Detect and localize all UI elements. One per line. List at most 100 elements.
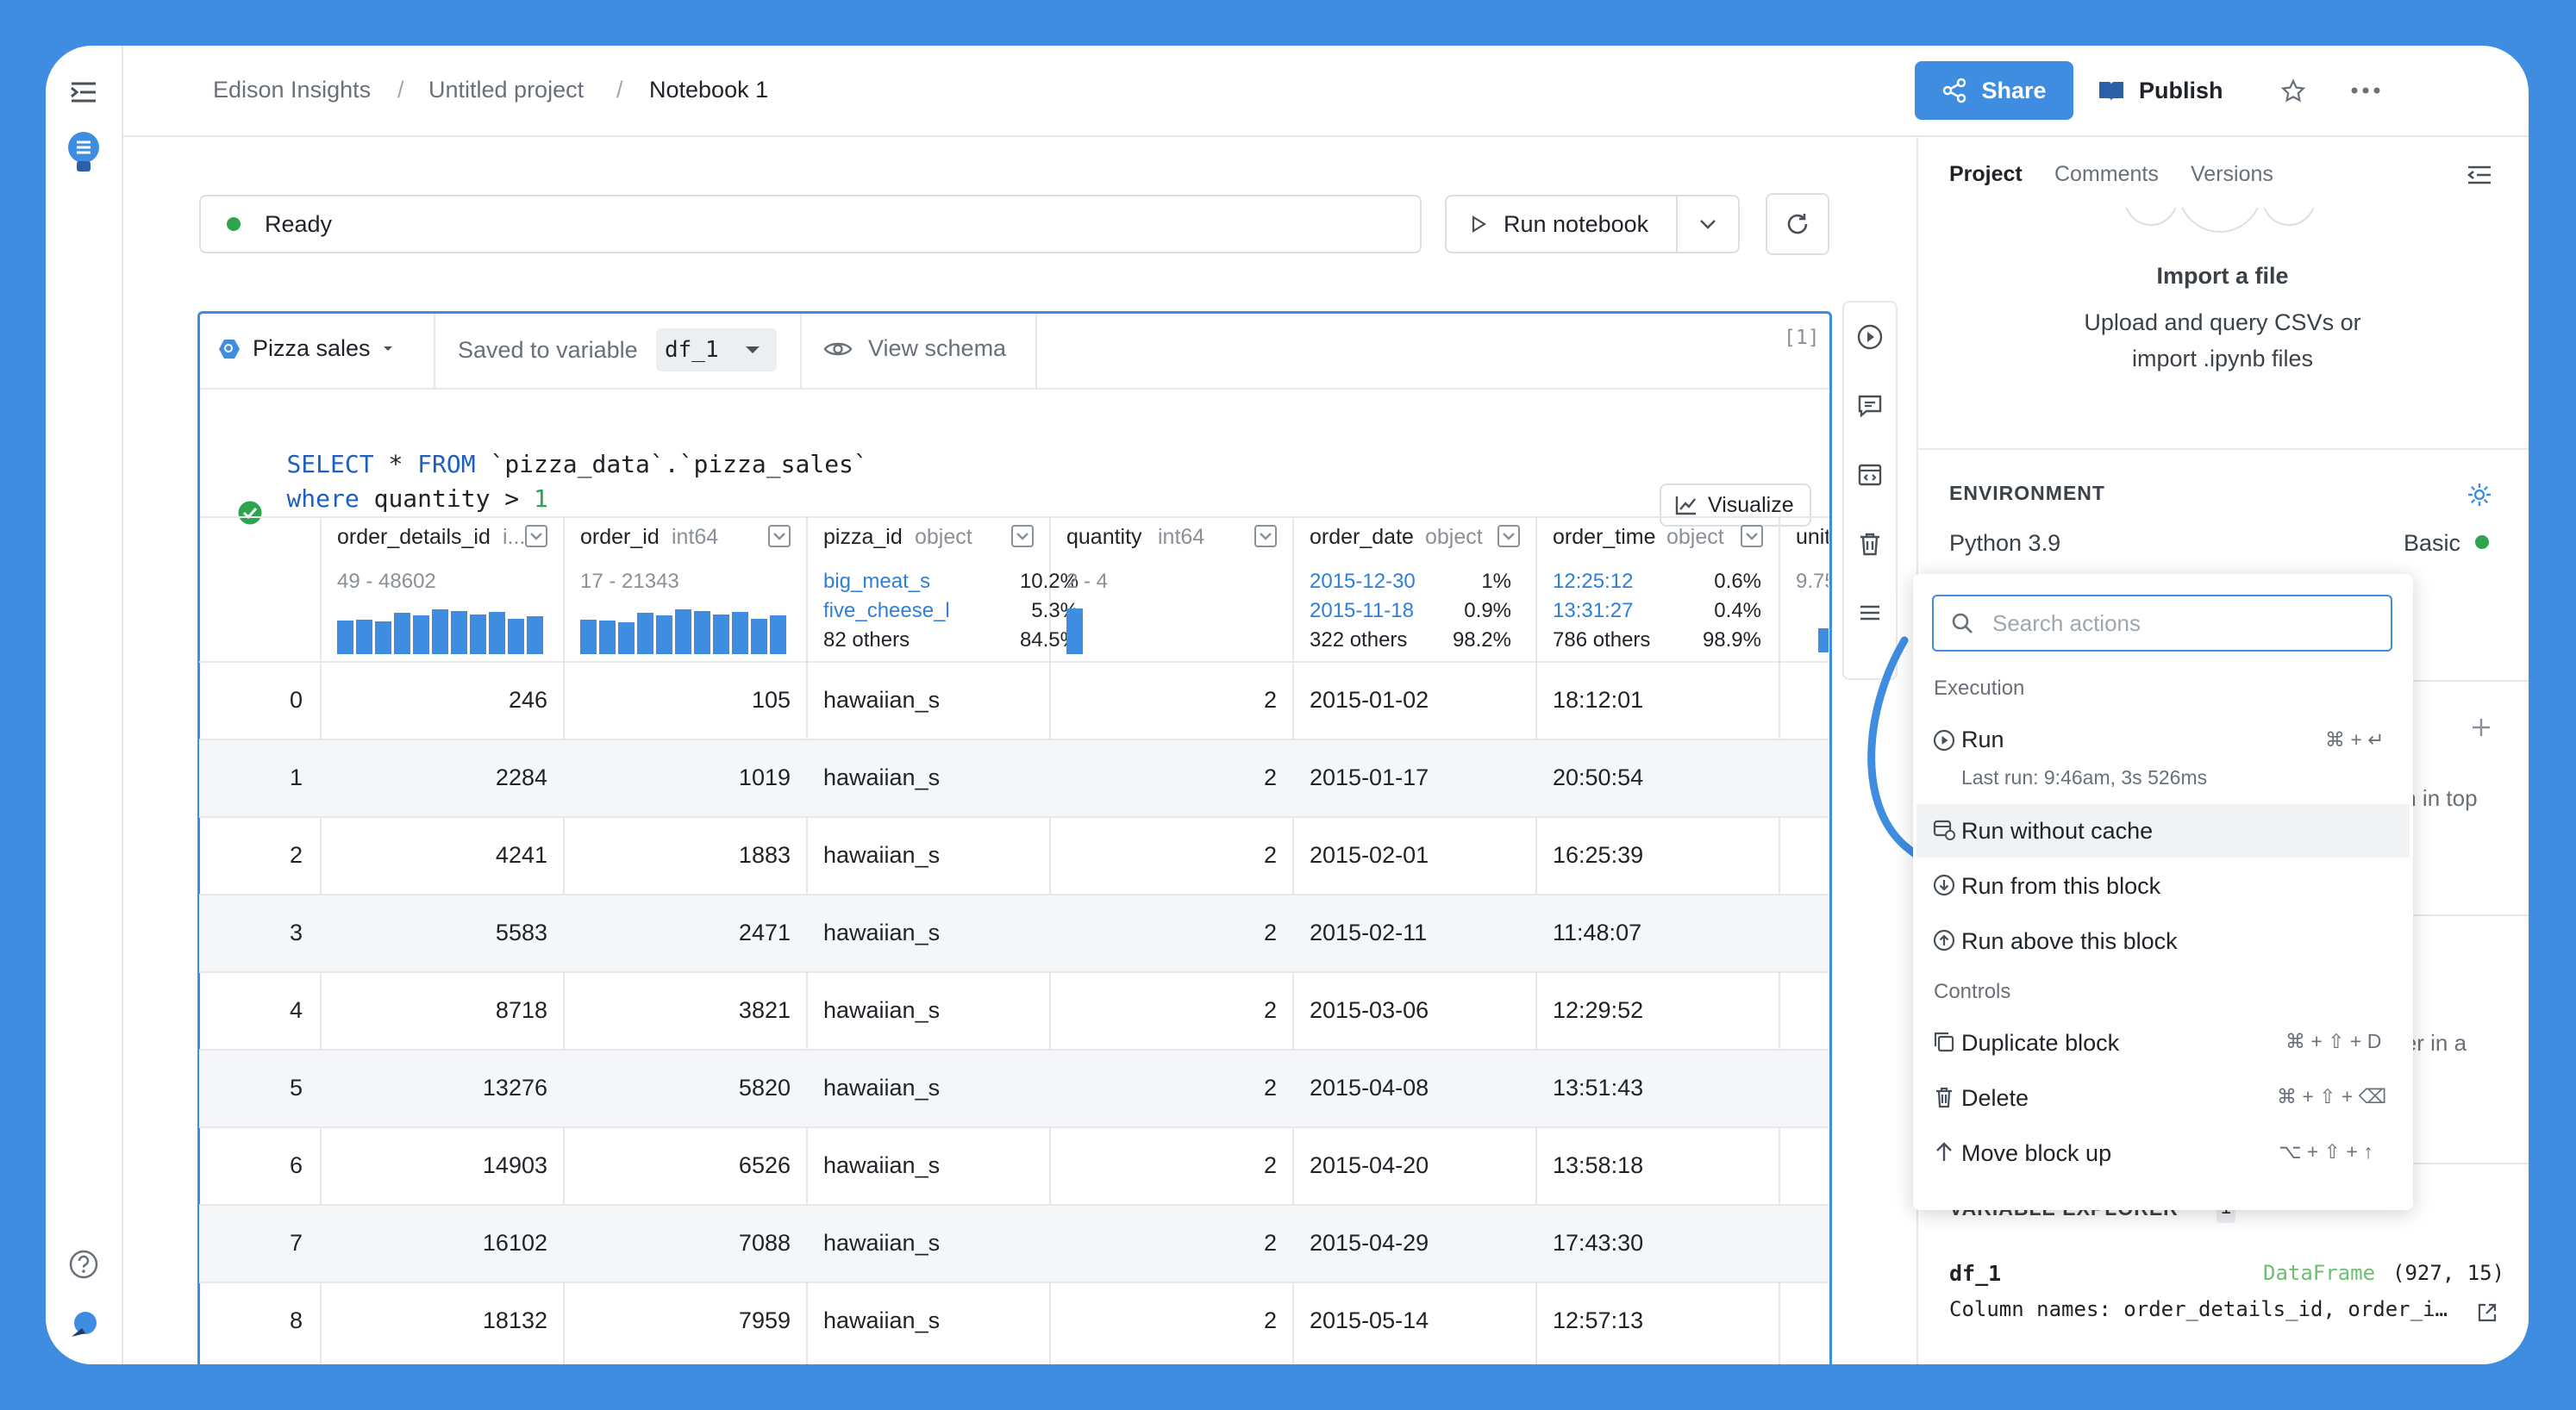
table-cell: hawaiian_s <box>823 1075 941 1101</box>
divider <box>1035 314 1037 390</box>
environment-tier: Basic <box>2404 530 2461 556</box>
help-icon[interactable] <box>68 1249 99 1280</box>
move-up-icon <box>1932 1140 1956 1164</box>
filter-icon[interactable] <box>1497 525 1520 547</box>
publish-button[interactable]: Publish <box>2098 61 2244 120</box>
filter-icon[interactable] <box>525 525 547 547</box>
tab-project[interactable]: Project <box>1949 162 2023 187</box>
table-top-border <box>200 516 1829 518</box>
table-cell: 12:57:13 <box>1553 1307 1644 1333</box>
table-cell: 4241 <box>495 842 547 868</box>
menu-item-move-block-up[interactable]: Move block up <box>1961 1140 2111 1167</box>
filter-icon[interactable] <box>1011 525 1034 547</box>
filter-icon[interactable] <box>768 525 791 547</box>
run-action-icon <box>1932 728 1956 752</box>
collapse-sidebar-icon[interactable] <box>2467 165 2492 185</box>
sql-keyword: where <box>286 484 360 513</box>
row-index: 7 <box>289 1230 303 1256</box>
column-range: 2 - 4 <box>1066 570 1109 593</box>
share-button[interactable]: Share <box>1915 61 2073 120</box>
breadcrumb-notebook[interactable]: Notebook 1 <box>649 77 768 103</box>
menu-item-run-without-cache[interactable]: Run without cache <box>1961 818 2153 845</box>
table-row[interactable]: 5 13276 5820 hawaiian_s 2 2015-04-08 13:51:43 <box>199 1049 1829 1126</box>
column-name: quantity <box>1066 525 1142 549</box>
view-schema-button[interactable]: View schema <box>823 335 1006 362</box>
tab-comments[interactable]: Comments <box>2054 162 2159 187</box>
table-cell: 1019 <box>738 764 791 790</box>
table-cell: 5583 <box>495 920 547 945</box>
trash-icon[interactable] <box>1856 530 1884 558</box>
code-view-icon[interactable] <box>1856 461 1884 489</box>
divider <box>434 314 435 390</box>
breadcrumb-separator: / <box>616 77 623 103</box>
table-row[interactable]: 3 5583 2471 hawaiian_s 2 2015-02-11 11:48:07 <box>199 894 1829 971</box>
histogram-bar <box>394 613 410 654</box>
table-row[interactable]: 4 8718 3821 hawaiian_s 2 2015-03-06 12:29:52 <box>199 971 1829 1049</box>
histogram-bar <box>732 611 748 654</box>
menu-item-run-above-block[interactable]: Run above this block <box>1961 928 2178 955</box>
table-cell: 2015-04-29 <box>1310 1230 1429 1256</box>
share-label: Share <box>1981 77 2047 103</box>
breadcrumb-project[interactable]: Untitled project <box>428 77 584 103</box>
no-cache-icon <box>1932 818 1956 842</box>
external-link-icon[interactable] <box>2477 1302 2498 1323</box>
variable-columns: Column names: order_details_id, order_i… <box>1949 1297 2448 1321</box>
menu-item-duplicate-block[interactable]: Duplicate block <box>1961 1030 2119 1057</box>
histogram-bar <box>489 611 505 654</box>
others-label: 786 others <box>1553 628 1651 652</box>
source-selector[interactable]: Pizza sales <box>218 335 393 362</box>
filter-icon[interactable] <box>1741 525 1763 547</box>
row-index: 2 <box>289 842 303 868</box>
more-options-icon[interactable] <box>2351 84 2380 97</box>
histogram-bar <box>599 620 616 654</box>
table-row[interactable]: 2 4241 1883 hawaiian_s 2 2015-02-01 16:25:39 <box>199 816 1829 894</box>
table-row[interactable]: 0 246 105 hawaiian_s 2 2015-01-02 18:12:01 <box>199 661 1829 739</box>
status-bar: Ready <box>199 195 1422 253</box>
add-icon[interactable] <box>2470 716 2492 739</box>
table-row[interactable]: 1 2284 1019 hawaiian_s 2 2015-01-17 20:50:54 <box>199 739 1829 816</box>
histogram-bar <box>770 615 786 654</box>
column-type: object <box>1666 525 1724 549</box>
filter-icon[interactable] <box>1254 525 1277 547</box>
tab-versions[interactable]: Versions <box>2191 162 2273 187</box>
table-cell: 2 <box>1263 1230 1277 1256</box>
status-dot <box>227 217 241 231</box>
row-index: 6 <box>289 1152 303 1178</box>
top-value: 13:31:27 <box>1553 599 1634 622</box>
top-value: 12:25:12 <box>1553 570 1634 593</box>
menu-icon[interactable] <box>1856 599 1884 627</box>
table-cell: 14903 <box>482 1152 547 1178</box>
table-cell: hawaiian_s <box>823 1152 941 1178</box>
search-actions-input[interactable]: Search actions <box>1932 595 2392 652</box>
variable-name[interactable]: df_1 <box>1949 1261 2001 1286</box>
import-description: import .ipynb files <box>2131 346 2314 371</box>
star-icon[interactable] <box>2280 78 2306 104</box>
user-avatar-icon[interactable] <box>68 1309 99 1340</box>
table-cell: 2 <box>1263 1075 1277 1101</box>
comment-icon[interactable] <box>1856 392 1884 420</box>
eye-icon <box>823 342 853 355</box>
histogram-bar <box>375 621 391 654</box>
refresh-button[interactable] <box>1766 193 1829 255</box>
environment-settings-icon[interactable] <box>2467 482 2492 508</box>
run-notebook-button[interactable]: Run notebook <box>1445 195 1678 253</box>
breadcrumb-org[interactable]: Edison Insights <box>213 77 371 103</box>
run-options-dropdown[interactable] <box>1676 195 1740 253</box>
menu-item-run-from-block[interactable]: Run from this block <box>1961 873 2160 900</box>
menu-item-run[interactable]: Run <box>1961 727 2004 753</box>
table-row[interactable]: 7 16102 7088 hawaiian_s 2 2015-04-29 17:43:30 <box>199 1204 1829 1282</box>
menu-section-controls: Controls <box>1934 980 2011 1003</box>
expand-sidebar-icon[interactable] <box>68 80 99 104</box>
table-row[interactable]: 8 18132 7959 hawaiian_s 2 2015-05-14 12:57:13 <box>199 1282 1829 1359</box>
run-block-icon[interactable] <box>1856 323 1884 351</box>
column-name: unit <box>1796 525 1829 549</box>
table-cell: 18:12:01 <box>1553 687 1644 713</box>
sql-text: quantity > <box>359 484 535 513</box>
table-row[interactable]: 6 14903 6526 hawaiian_s 2 2015-04-20 13:58:18 <box>199 1126 1829 1204</box>
variable-shape: (927, 15) <box>2392 1261 2505 1285</box>
variable-selector[interactable]: df_1 <box>656 328 777 371</box>
table-cell: 6526 <box>738 1152 791 1178</box>
table-cell: 13:58:18 <box>1553 1152 1644 1178</box>
menu-item-delete[interactable]: Delete <box>1961 1085 2029 1112</box>
table-cell: 2 <box>1263 687 1277 713</box>
